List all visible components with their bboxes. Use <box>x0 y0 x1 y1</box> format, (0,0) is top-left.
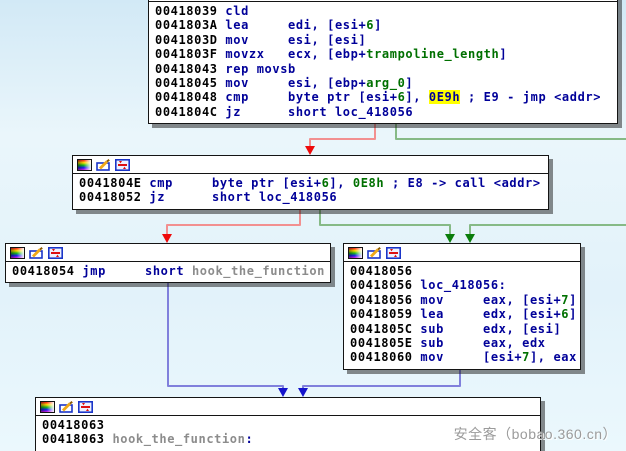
edit-comment-icon[interactable] <box>59 401 74 413</box>
asm-line: 00418059 lea edx, [esi+6] <box>350 307 574 321</box>
edge-green-418039-taken-in <box>470 225 626 236</box>
edge-red-41804E-fallthrough-arrowhead <box>162 234 172 243</box>
node-color-icon[interactable] <box>40 401 55 413</box>
asm-line: 0041804E cmp byte ptr [esi+6], 0E8h ; E8… <box>79 176 542 190</box>
asm-line: 00418056 <box>350 264 574 278</box>
edge-green-418039-taken-in-arrowhead <box>465 234 475 243</box>
node-color-icon[interactable] <box>77 159 92 171</box>
edge-green-41804E-taken <box>320 207 450 236</box>
edit-comment-icon[interactable] <box>367 247 382 259</box>
node-418056[interactable]: 0041805600418056 loc_418056:00418056 mov… <box>343 243 581 370</box>
node-418054[interactable]: 00418054 jmp short hook_the_function <box>5 243 331 283</box>
asm-code-418054: 00418054 jmp short hook_the_function <box>6 262 330 282</box>
edge-blue-418056-flow-arrowhead <box>298 388 308 397</box>
asm-line: 00418052 jz short loc_418056 <box>79 190 542 204</box>
node-titlebar <box>36 398 540 416</box>
asm-line: 00418054 jmp short hook_the_function <box>12 264 324 278</box>
asm-line: 00418060 mov [esi+7], eax <box>350 350 574 364</box>
edge-blue-418054-jmp-arrowhead <box>278 388 288 397</box>
asm-line: 0041805E sub eax, edx <box>350 336 574 350</box>
node-41804E[interactable]: 0041804E cmp byte ptr [esi+6], 0E8h ; E8… <box>72 155 549 210</box>
asm-code-41804E: 0041804E cmp byte ptr [esi+6], 0E8h ; E8… <box>73 174 548 209</box>
asm-line: 0041803F movzx ecx, [ebp+trampoline_leng… <box>155 47 611 61</box>
group-node-icon[interactable] <box>386 247 401 259</box>
edit-comment-icon[interactable] <box>96 159 111 171</box>
edge-green-41804E-taken-arrowhead <box>445 234 455 243</box>
edge-blue-418054-jmp <box>168 281 283 390</box>
group-node-icon[interactable] <box>115 159 130 171</box>
group-node-icon[interactable] <box>78 401 93 413</box>
asm-line: 0041804C jz short loc_418056 <box>155 105 611 119</box>
watermark-text: 安全客（bobao.360.cn） <box>454 424 617 444</box>
group-node-icon[interactable] <box>48 247 63 259</box>
edge-green-418039-taken-out <box>396 122 626 139</box>
asm-line: 0041803A lea edi, [esi+6] <box>155 18 611 32</box>
asm-code-418056: 0041805600418056 loc_418056:00418056 mov… <box>344 262 580 369</box>
node-titlebar <box>73 156 548 174</box>
node-color-icon[interactable] <box>348 247 363 259</box>
asm-line: 0041803D mov esi, [esi] <box>155 33 611 47</box>
node-418039[interactable]: 00418039 cld0041803A lea edi, [esi+6]004… <box>148 0 618 124</box>
asm-code-418039: 00418039 cld0041803A lea edi, [esi+6]004… <box>149 2 617 123</box>
asm-line: 00418039 cld <box>155 4 611 18</box>
node-color-icon[interactable] <box>10 247 25 259</box>
asm-line: 00418056 loc_418056: <box>350 278 574 292</box>
asm-line: 00418048 cmp byte ptr [esi+6], 0E9h ; E9… <box>155 90 611 104</box>
edge-blue-418056-flow <box>303 368 460 390</box>
ida-graph-view: 00418039 cld0041803A lea edi, [esi+6]004… <box>0 0 626 451</box>
edge-red-41804E-fallthrough <box>167 207 300 236</box>
edit-comment-icon[interactable] <box>29 247 44 259</box>
asm-line: 00418043 rep movsb <box>155 62 611 76</box>
node-titlebar <box>344 244 580 262</box>
node-titlebar <box>6 244 330 262</box>
asm-line: 00418045 mov esi, [ebp+arg_0] <box>155 76 611 90</box>
edge-red-418039-fallthrough <box>310 122 375 148</box>
asm-line: 0041805C sub edx, [esi] <box>350 322 574 336</box>
edge-red-418039-fallthrough-arrowhead <box>305 146 315 155</box>
asm-line: 00418056 mov eax, [esi+7] <box>350 293 574 307</box>
